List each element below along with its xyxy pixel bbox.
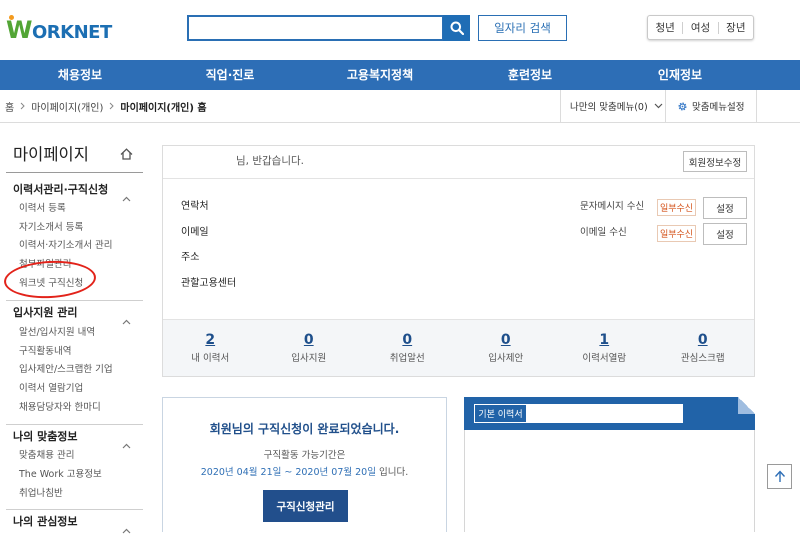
arrow-up-icon [774, 470, 786, 483]
divider [163, 178, 754, 179]
email-status-badge: 일부수신 [657, 225, 696, 242]
breadcrumb-home[interactable]: 홈 [5, 99, 14, 114]
search-input[interactable] [187, 15, 444, 41]
job-period-line: 2020년 04월 21일 ~ 2020년 07월 20일 입니다. [162, 466, 447, 480]
stat-resumes-label: 내 이력서 [191, 353, 230, 364]
edit-profile-button[interactable]: 회원정보수정 [683, 151, 747, 172]
divider [756, 90, 757, 122]
breadcrumb: 홈 마이페이지(개인) 마이페이지(개인) 홈 [5, 90, 207, 122]
search-icon [450, 21, 464, 35]
nav-item-career[interactable]: 직업·진로 [155, 60, 305, 90]
sidebar-section-interests[interactable]: 나의 관심정보 [13, 515, 78, 529]
audience-link-middle-aged[interactable]: 장년 [717, 21, 753, 34]
gear-icon [677, 101, 688, 112]
sidebar-title: 마이페이지 [13, 145, 89, 164]
stat-scraps-count[interactable]: 0 [654, 331, 753, 349]
my-menu-dropdown[interactable]: 나만의 맞춤메뉴(0) [570, 90, 663, 122]
job-period-dates: 2020년 04월 21일 ~ 2020년 07월 20일 [200, 467, 376, 478]
divider [6, 172, 143, 173]
field-label-employment-center: 관할고용센터 [181, 278, 237, 289]
chevron-up-icon[interactable] [122, 434, 131, 449]
stat-resume-views-count[interactable]: 1 [555, 331, 654, 349]
audience-link-women[interactable]: 여성 [682, 21, 717, 34]
sms-subscription-label: 문자메시지 수신 [580, 201, 645, 212]
chevron-up-icon[interactable] [122, 519, 131, 534]
email-settings-button[interactable]: 설정 [703, 223, 747, 245]
audience-links: 청년 여성 장년 [647, 15, 754, 40]
stat-resumes-count[interactable]: 2 [161, 331, 260, 349]
chevron-right-icon [109, 102, 115, 110]
divider [6, 300, 143, 301]
nav-item-job-info[interactable]: 채용정보 [5, 60, 155, 90]
chevron-up-icon[interactable] [122, 310, 131, 325]
stat-offers-label: 입사제안 [488, 353, 524, 364]
sidebar-item-job-seeking-history[interactable]: 구직활동내역 [19, 345, 71, 359]
home-icon[interactable] [120, 148, 133, 160]
job-period-suffix: 입니다. [379, 467, 409, 478]
divider [6, 509, 143, 510]
sidebar-item-cover-letter-register[interactable]: 자기소개서 등록 [19, 221, 83, 235]
sidebar-item-application-history[interactable]: 알선/입사지원 내역 [19, 326, 95, 340]
sidebar-item-resume-viewers[interactable]: 이력서 열람기업 [19, 382, 83, 396]
email-subscription-label: 이메일 수신 [580, 227, 627, 238]
sidebar-item-the-work[interactable]: The Work 고용정보 [19, 468, 102, 482]
sidebar-item-career-compass[interactable]: 취업나침반 [19, 487, 63, 501]
stat-applications-label: 입사지원 [291, 353, 327, 364]
stat-scraps-label: 관심스크랩 [680, 353, 725, 364]
highlight-circle-annotation [3, 258, 97, 301]
sidebar-item-resume-manage[interactable]: 이력서·자기소개서 관리 [19, 239, 112, 253]
sms-status-badge: 일부수신 [657, 199, 696, 216]
sidebar-section-applications[interactable]: 입사지원 관리 [13, 306, 78, 320]
manage-application-button[interactable]: 구직신청관리 [263, 490, 348, 522]
stat-offers-count[interactable]: 0 [457, 331, 556, 349]
sms-settings-button[interactable]: 설정 [703, 197, 747, 219]
audience-link-youth[interactable]: 청년 [648, 22, 682, 34]
page-fold-corner [738, 397, 755, 414]
divider [560, 90, 561, 122]
stat-applications-count[interactable]: 0 [260, 331, 359, 349]
worknet-logo[interactable]: WORKNET [6, 17, 112, 46]
chevron-down-icon [654, 103, 663, 109]
nav-item-welfare-policy[interactable]: 고용복지정책 [305, 60, 455, 90]
sidebar-item-recruiter-messages[interactable]: 채용담당자와 한마디 [19, 401, 101, 415]
scroll-top-button[interactable] [767, 464, 792, 489]
field-label-email: 이메일 [181, 227, 209, 238]
default-resume-label: 기본 이력서 [474, 404, 527, 423]
my-menu-label: 나만의 맞춤메뉴(0) [570, 102, 648, 113]
greeting-text: 님, 반갑습니다. [236, 155, 304, 167]
stat-referrals-count[interactable]: 0 [358, 331, 457, 349]
stat-referrals-label: 취업알선 [389, 353, 425, 364]
field-label-contact: 연락처 [181, 201, 209, 212]
nav-item-talent[interactable]: 인재정보 [605, 60, 755, 90]
menu-settings-button[interactable]: 맞춤메뉴설정 [677, 90, 744, 122]
nav-item-training[interactable]: 훈련정보 [455, 60, 605, 90]
sidebar-item-resume-register[interactable]: 이력서 등록 [19, 202, 66, 216]
job-application-title: 회원님의 구직신청이 완료되었습니다. [209, 422, 400, 436]
job-period-intro: 구직활동 가능기간은 [263, 450, 346, 461]
sidebar-item-offers-scraps[interactable]: 입사제안/스크랩한 기업 [19, 363, 113, 377]
default-resume-title-field[interactable] [527, 404, 683, 423]
breadcrumb-mypage[interactable]: 마이페이지(개인) [31, 99, 103, 114]
sidebar-section-resume[interactable]: 이력서관리·구직신청 [13, 183, 108, 197]
divider [6, 424, 143, 425]
breadcrumb-current: 마이페이지(개인) 홈 [120, 102, 207, 114]
chevron-up-icon[interactable] [122, 187, 131, 202]
sidebar-item-custom-jobs[interactable]: 맞춤채용 관리 [19, 449, 74, 463]
field-label-address: 주소 [181, 252, 200, 263]
search-button[interactable] [443, 15, 470, 41]
divider [665, 90, 666, 122]
sidebar-section-custom-info[interactable]: 나의 맞춤정보 [13, 430, 78, 444]
job-search-button[interactable]: 일자리 검색 [478, 15, 567, 41]
chevron-right-icon [20, 102, 25, 110]
menu-settings-label: 맞춤메뉴설정 [692, 102, 745, 113]
stat-resume-views-label: 이력서열람 [582, 353, 627, 364]
